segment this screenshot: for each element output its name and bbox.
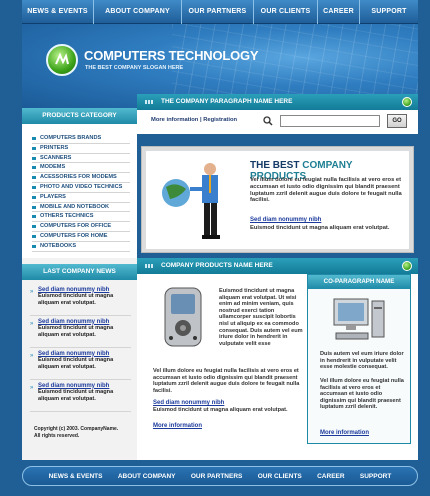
- feature-text-2: Euismod tincidunt ut magna aliquam erat …: [250, 225, 390, 231]
- category-item[interactable]: NOTEBOOKS: [32, 242, 130, 252]
- footer-nav-our-clients[interactable]: OUR CLIENTS: [258, 473, 302, 480]
- info-links: More information | Registration: [151, 117, 237, 123]
- category-item[interactable]: SCANNERS: [32, 154, 130, 164]
- left-sidebar: PRODUCTS CATEGORY COMPUTERS BRANDS PRINT…: [22, 108, 137, 460]
- news-text: Euismod tincidunt ut magna aliquam erat …: [38, 324, 114, 338]
- co-paragraph-header: CO-PARAGRAPH NAME: [308, 275, 410, 289]
- copyright: Copyright (c) 2003. CompanyName. All rig…: [34, 426, 118, 440]
- product-text: Euismod tincidunt ut magna aliquam erat …: [219, 288, 303, 347]
- copyright-line: Copyright (c) 2003. CompanyName.: [34, 426, 119, 432]
- footer-nav: NEWS & EVENTS ABOUT COMPANY OUR PARTNERS…: [22, 466, 418, 486]
- product-text-3: Euismod tincidunt ut magna aliquam erat …: [153, 407, 288, 413]
- co-paragraph-text: Duis autem vel eum iriure dolor in hendr…: [320, 351, 404, 371]
- nav-news-events[interactable]: NEWS & EVENTS: [22, 0, 94, 24]
- product-link[interactable]: Sed diam nonummy nibh: [153, 400, 224, 406]
- handheld-device-image: [164, 287, 202, 347]
- products-panel-header-wrap: COMPANY PRODUCTS NAME HERE: [137, 258, 418, 274]
- category-item[interactable]: COMPUTERS FOR HOME: [32, 232, 130, 242]
- news-item: » Sed diam nonummy nibh Euismod tincidun…: [30, 382, 131, 412]
- arrow-icon: »: [30, 384, 34, 391]
- category-item[interactable]: COMPUTERS BRANDS: [32, 134, 130, 144]
- feature-title-a: THE BEST: [250, 160, 303, 171]
- news-item: » Sed diam nonummy nibh Euismod tincidun…: [30, 350, 131, 380]
- brand-slogan: THE BEST COMPANY SLOGAN HERE: [85, 65, 184, 71]
- logo-icon[interactable]: [46, 44, 78, 76]
- panel-title: THE COMPANY PARAGRAPH NAME HERE: [161, 98, 293, 105]
- panel-header: COMPANY PRODUCTS NAME HERE: [137, 258, 418, 274]
- main-content: THE COMPANY PARAGRAPH NAME HERE More inf…: [137, 94, 418, 460]
- dots-icon: [145, 100, 153, 104]
- feature-box: THE BEST COMPANY PRODUCTS Vel illum dolo…: [141, 146, 414, 253]
- nav-career[interactable]: CAREER: [318, 0, 360, 24]
- desktop-computer-image: [333, 298, 385, 340]
- company-paragraph-panel: THE COMPANY PARAGRAPH NAME HERE More inf…: [137, 94, 418, 134]
- category-item[interactable]: OTHERS TECHNICS: [32, 212, 130, 223]
- news-list: » Sed diam nonummy nibh Euismod tincidun…: [22, 280, 137, 412]
- product-text-2: Vel illum dolore eu feugiat nulla facili…: [153, 368, 300, 394]
- footer-nav-support[interactable]: SUPPORT: [360, 473, 391, 480]
- news-text: Euismod tincidunt ut magna aliquam erat …: [38, 292, 114, 306]
- brand-title: COMPUTERS TECHNOLOGY: [84, 48, 259, 63]
- news-item: » Sed diam nonummy nibh Euismod tincidun…: [30, 286, 131, 316]
- category-item[interactable]: PRINTERS: [32, 144, 130, 154]
- green-button-icon[interactable]: [402, 261, 412, 271]
- category-item[interactable]: ACESSORIES FOR MODEMS: [32, 173, 130, 183]
- nav-about-company[interactable]: ABOUT COMPANY: [94, 0, 182, 24]
- news-link[interactable]: Sed diam nonummy nibh: [38, 286, 131, 293]
- category-item[interactable]: COMPUTERS FOR OFFICE: [32, 222, 130, 232]
- arrow-icon: »: [30, 320, 34, 327]
- footer-nav-career[interactable]: CAREER: [317, 473, 344, 480]
- copyright-line: All rights reserved.: [34, 433, 80, 439]
- more-information-link[interactable]: More information: [151, 117, 198, 123]
- footer-nav-news-events[interactable]: NEWS & EVENTS: [49, 473, 103, 480]
- category-item[interactable]: MODEMS: [32, 163, 130, 174]
- news-text: Euismod tincidunt ut magna aliquam erat …: [38, 388, 114, 402]
- last-news-header: LAST COMPANY NEWS: [22, 263, 137, 280]
- footer-nav-our-partners[interactable]: OUR PARTNERS: [191, 473, 243, 480]
- co-paragraph-text-2: Vel illum dolore eu feugiat nulla facili…: [320, 378, 404, 411]
- dots-icon: [145, 264, 153, 268]
- feature-text: Vel illum dolore eu feugiat nulla facili…: [250, 177, 402, 204]
- registration-link[interactable]: Registration: [203, 117, 237, 123]
- category-item[interactable]: MOBILE AND NOTEBOOK: [32, 203, 130, 213]
- businessman-globe-image: [162, 163, 220, 239]
- feature-link[interactable]: Sed diam nonummy nibh: [250, 217, 321, 223]
- arrow-icon: »: [30, 288, 34, 295]
- more-information-link[interactable]: More information: [153, 423, 202, 429]
- more-information-link[interactable]: More information: [320, 430, 369, 436]
- search-input[interactable]: [280, 115, 380, 127]
- arrow-icon: »: [30, 352, 34, 359]
- nav-our-partners[interactable]: OUR PARTNERS: [182, 0, 254, 24]
- products-category-header: PRODUCTS CATEGORY: [22, 108, 137, 124]
- co-paragraph-box: CO-PARAGRAPH NAME Duis autem vel eum iri…: [307, 274, 411, 444]
- news-item: » Sed diam nonummy nibh Euismod tincidun…: [30, 318, 131, 348]
- news-text: Euismod tincidunt ut magna aliquam erat …: [38, 356, 114, 370]
- category-list: COMPUTERS BRANDS PRINTERS SCANNERS MODEM…: [22, 124, 137, 258]
- news-link[interactable]: Sed diam nonummy nibh: [38, 350, 131, 357]
- panel-title: COMPANY PRODUCTS NAME HERE: [161, 262, 273, 269]
- category-item[interactable]: PLAYERS: [32, 193, 130, 203]
- top-nav: NEWS & EVENTS ABOUT COMPANY OUR PARTNERS…: [22, 0, 418, 24]
- search-icon: [263, 116, 273, 128]
- nav-our-clients[interactable]: OUR CLIENTS: [254, 0, 318, 24]
- news-link[interactable]: Sed diam nonummy nibh: [38, 318, 131, 325]
- feature-inner: THE BEST COMPANY PRODUCTS Vel illum dolo…: [146, 151, 409, 249]
- news-link[interactable]: Sed diam nonummy nibh: [38, 382, 131, 389]
- go-button[interactable]: GO: [387, 114, 407, 128]
- category-item[interactable]: PHOTO AND VIDEO TECHNICS: [32, 183, 130, 193]
- green-button-icon[interactable]: [402, 97, 412, 107]
- footer-nav-about-company[interactable]: ABOUT COMPANY: [118, 473, 176, 480]
- products-panel: Euismod tincidunt ut magna aliquam erat …: [137, 274, 418, 460]
- panel-header: THE COMPANY PARAGRAPH NAME HERE: [137, 94, 418, 110]
- nav-support[interactable]: SUPPORT: [360, 0, 418, 24]
- separator: |: [199, 117, 202, 123]
